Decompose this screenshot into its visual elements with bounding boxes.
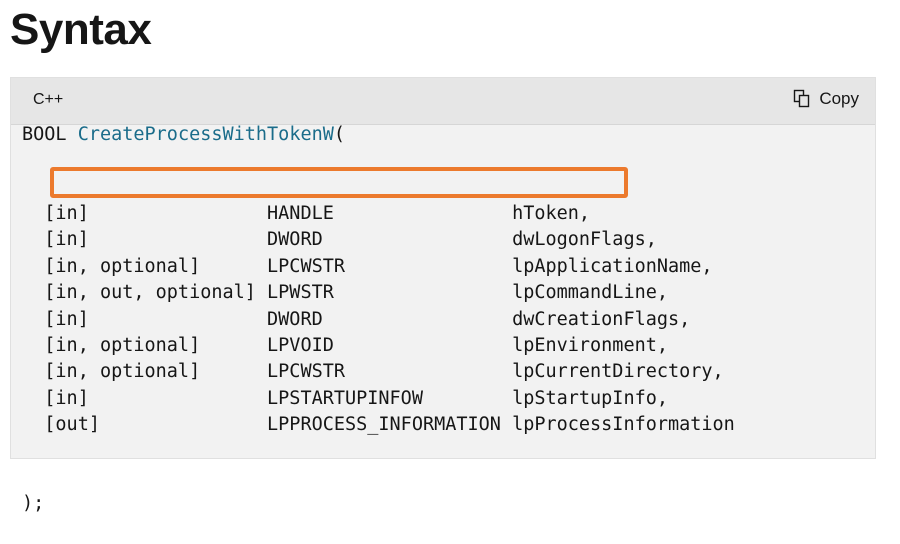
parameter-type: LPSTARTUPINFOW	[267, 387, 423, 409]
parameter-name: dwCreationFlags,	[512, 308, 691, 330]
parameter-line: [in] DWORD dwCreationFlags,	[22, 307, 735, 333]
parameter-line: [in] LPSTARTUPINFOW lpStartupInfo,	[22, 386, 735, 412]
function-signature-line: BOOL CreateProcessWithTokenW(	[22, 122, 735, 148]
parameter-line: [out] LPPROCESS_INFORMATION lpProcessInfor…	[22, 412, 735, 438]
parameter-type: LPPROCESS_INFORMATION	[267, 414, 501, 436]
parameter-annotation: [in]	[44, 229, 89, 251]
code-content: BOOL CreateProcessWithTokenW( [in] HANDLE…	[22, 69, 735, 544]
parameter-name: lpStartupInfo,	[512, 387, 668, 409]
parameter-name: dwLogonFlags,	[512, 229, 657, 251]
parameter-type: LPVOID	[267, 334, 334, 356]
parameter-annotation: [in, optional]	[44, 334, 201, 356]
parameter-annotation: [in]	[44, 387, 89, 409]
copy-icon	[793, 89, 811, 109]
parameter-line: [in] HANDLE hToken,	[22, 201, 735, 227]
parameter-type: LPCWSTR	[267, 361, 345, 383]
parameter-type: LPWSTR	[267, 282, 334, 304]
parameter-name: lpApplicationName,	[512, 255, 713, 277]
parameter-type: HANDLE	[267, 203, 334, 225]
parameter-type: LPCWSTR	[267, 255, 345, 277]
parameter-annotation: [in]	[44, 308, 89, 330]
highlight-box-htoken	[50, 167, 628, 198]
parameter-type: DWORD	[267, 308, 323, 330]
open-paren: (	[333, 123, 346, 145]
parameter-line: [in, optional] LPVOID lpEnvironment,	[22, 333, 735, 359]
copy-button[interactable]: Copy	[793, 89, 859, 109]
parameter-name: hToken,	[512, 203, 591, 225]
function-name: CreateProcessWithTokenW	[77, 123, 334, 145]
return-type: BOOL	[22, 123, 67, 145]
parameter-list: [in] HANDLE hToken, [in] DWORD dwLogonFlags,…	[22, 201, 735, 439]
closing-line: );	[22, 493, 45, 515]
parameter-name: lpCurrentDirectory,	[512, 361, 724, 383]
parameter-name: lpCommandLine,	[512, 282, 668, 304]
parameter-line: [in, optional] LPCWSTR lpApplicationName,	[22, 254, 735, 280]
page-title: Syntax	[10, 5, 152, 54]
parameter-name: lpEnvironment,	[512, 334, 668, 356]
parameter-type: DWORD	[267, 229, 323, 251]
parameter-line: [in, out, optional] LPWSTR lpCommandLine,	[22, 280, 735, 306]
copy-button-label: Copy	[819, 89, 859, 108]
parameter-annotation: [out]	[44, 414, 100, 436]
parameter-name: lpProcessInformation	[512, 414, 735, 436]
parameter-line: [in] DWORD dwLogonFlags,	[22, 227, 735, 253]
parameter-annotation: [in, optional]	[44, 361, 201, 383]
parameter-line: [in, optional] LPCWSTR lpCurrentDirectory,	[22, 359, 735, 385]
parameter-annotation: [in, optional]	[44, 255, 201, 277]
parameter-annotation: [in]	[44, 203, 89, 225]
parameter-annotation: [in, out, optional]	[44, 282, 256, 304]
